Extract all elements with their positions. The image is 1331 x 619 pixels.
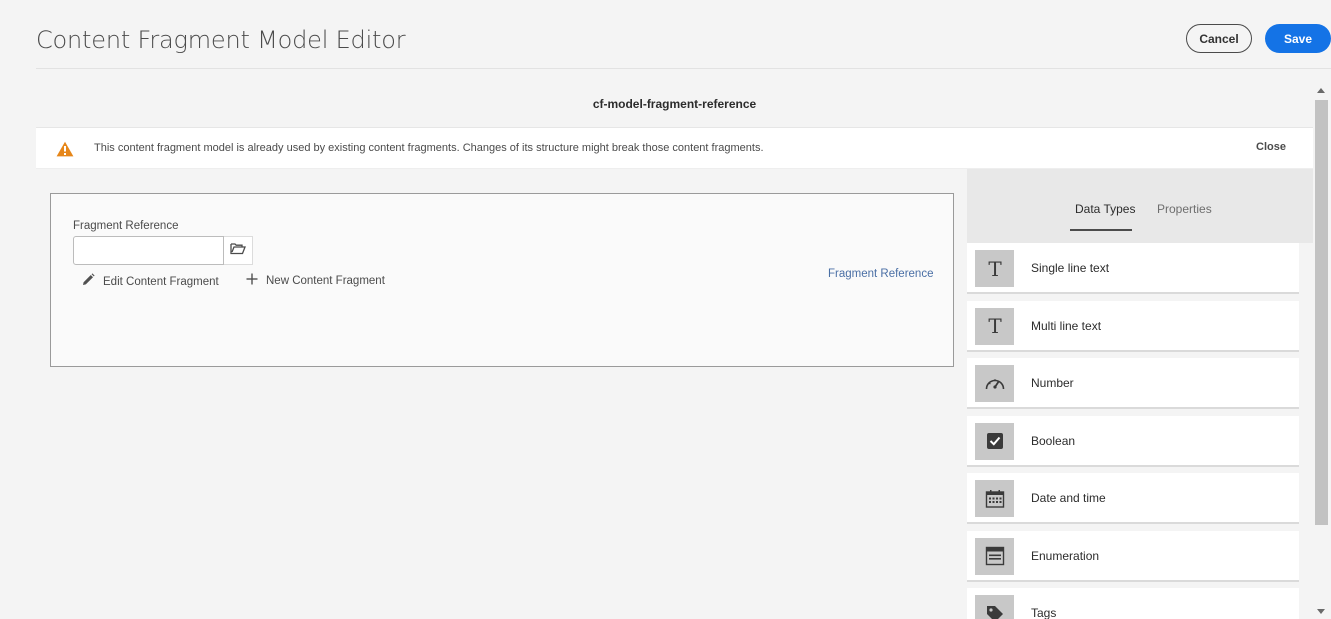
edit-content-fragment-button[interactable]: Edit Content Fragment — [81, 273, 219, 290]
model-name: cf-model-fragment-reference — [592, 97, 757, 111]
scroll-thumb[interactable] — [1315, 100, 1328, 525]
warning-banner: This content fragment model is already u… — [36, 127, 1313, 169]
calendar-icon — [975, 480, 1014, 517]
svg-text:T: T — [988, 259, 1002, 279]
model-canvas: Fragment Reference Edit Content Fragment… — [36, 169, 954, 382]
gauge-icon — [975, 365, 1014, 402]
browse-button[interactable] — [224, 236, 253, 265]
tab-properties[interactable]: Properties — [1157, 202, 1212, 216]
page-title: Content Fragment Model Editor — [36, 26, 406, 54]
new-content-fragment-label: New Content Fragment — [266, 274, 385, 287]
data-type-tags[interactable]: Tags — [967, 588, 1299, 619]
svg-text:T: T — [988, 316, 1002, 336]
panel-scrollbar[interactable] — [1313, 85, 1331, 619]
scroll-down-arrow-icon[interactable] — [1317, 609, 1325, 614]
checkbox-icon — [975, 422, 1014, 460]
new-content-fragment-button[interactable]: New Content Fragment — [246, 273, 385, 288]
edit-content-fragment-label: Edit Content Fragment — [103, 275, 219, 288]
cancel-button[interactable]: Cancel — [1186, 24, 1252, 53]
data-type-label: Boolean — [1031, 433, 1076, 448]
app-header: Content Fragment Model Editor Cancel Sav… — [36, 0, 1331, 69]
data-type-multi-line-text[interactable]: T Multi line text — [967, 300, 1299, 352]
field-type-tag: Fragment Reference — [828, 268, 934, 280]
data-type-boolean[interactable]: Boolean — [967, 415, 1299, 467]
data-types-list: T Single line text T Multi line text Num… — [967, 243, 1299, 619]
text-icon: T — [975, 250, 1014, 287]
page: Content Fragment Model Editor Cancel Sav… — [0, 0, 1331, 619]
data-type-label: Tags — [1031, 606, 1057, 619]
list-icon — [975, 537, 1014, 575]
fragment-reference-field[interactable]: Fragment Reference Edit Content Fragment… — [50, 193, 954, 367]
data-type-label: Number — [1031, 376, 1074, 390]
data-type-enumeration[interactable]: Enumeration — [967, 530, 1299, 582]
tag-icon — [975, 595, 1014, 619]
data-type-label: Multi line text — [1031, 318, 1102, 333]
tab-data-types[interactable]: Data Types — [1075, 202, 1135, 216]
banner-message: This content fragment model is already u… — [94, 142, 764, 154]
pencil-icon — [81, 273, 95, 290]
data-type-single-line-text[interactable]: T Single line text — [967, 243, 1299, 294]
scroll-up-arrow-icon[interactable] — [1317, 88, 1325, 93]
alert-icon — [56, 141, 74, 157]
plus-icon — [246, 273, 258, 288]
banner-close-button[interactable]: Close — [1256, 141, 1286, 153]
panel-tabs: Data Types Properties — [967, 169, 1313, 243]
data-type-label: Date and time — [1031, 491, 1106, 505]
text-icon: T — [975, 307, 1014, 345]
fragment-reference-input[interactable] — [73, 236, 224, 265]
data-type-date-and-time[interactable]: Date and time — [967, 473, 1299, 524]
folder-open-icon — [230, 242, 246, 260]
save-button[interactable]: Save — [1265, 24, 1331, 53]
field-label: Fragment Reference — [73, 220, 179, 232]
side-panel: Data Types Properties T Single line text… — [967, 169, 1313, 619]
data-type-label: Single line text — [1031, 261, 1110, 275]
data-type-label: Enumeration — [1031, 548, 1100, 563]
active-tab-indicator — [1070, 229, 1132, 231]
data-type-number[interactable]: Number — [967, 358, 1299, 409]
